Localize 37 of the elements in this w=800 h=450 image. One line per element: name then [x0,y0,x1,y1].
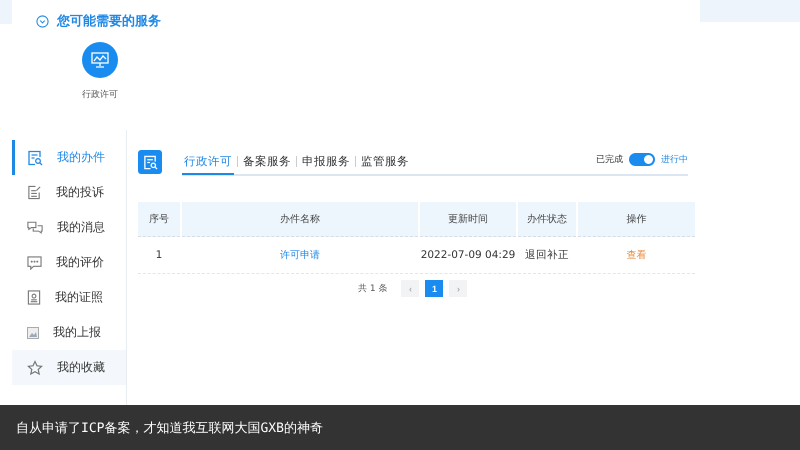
service-label[interactable]: 行政许可 [82,88,118,101]
document-search-icon [27,150,43,166]
subtitle-text: 自从申请了ICP备案，才知道我互联网大国GXB的神奇 [16,420,323,436]
tab[interactable]: 监管服务 [359,149,411,175]
broken-image-icon [27,326,39,338]
total-count: 共 1 条 [358,282,388,295]
item-link[interactable]: 许可申请 [280,248,320,262]
sidebar-item[interactable]: 我的证照 [12,280,126,315]
sidebar-item[interactable]: 我的投诉 [12,175,126,210]
toggle-label: 进行中 [661,154,688,166]
tab[interactable]: 行政许可 [182,149,234,175]
tab[interactable]: 备案服务 [241,149,293,175]
column-header: 序号 [138,202,180,237]
column-header: 更新时间 [420,202,516,237]
sidebar-item[interactable]: 我的收藏 [12,350,126,385]
sidebar-item[interactable]: 我的评价 [12,245,126,280]
chat-bubbles-icon [27,220,43,234]
section-title: 您可能需要的服务 [57,13,161,30]
id-card-icon [27,290,41,305]
sidebar-item[interactable]: 我的办件 [12,140,126,175]
column-header: 办件名称 [182,202,418,237]
star-icon [27,360,43,376]
edit-note-icon [27,185,42,200]
toggle-switch[interactable] [629,152,655,166]
comment-icon [27,256,42,270]
sidebar-item[interactable]: 我的消息 [12,210,126,245]
sidebar-item[interactable]: 我的上报 [12,315,126,350]
table-cell: 2022-07-09 04:29 [420,237,516,274]
monitor-chart-icon[interactable] [82,42,118,78]
table-cell: 退回补正 [518,237,576,274]
document-search-icon [138,150,162,174]
table-cell: 1 [138,237,180,274]
chevron-circle-icon[interactable] [36,14,49,28]
column-header: 操作 [578,202,695,237]
tab[interactable]: 申报服务 [300,149,352,175]
toggle-label: 已完成 [596,154,623,166]
column-header: 办件状态 [518,202,576,237]
